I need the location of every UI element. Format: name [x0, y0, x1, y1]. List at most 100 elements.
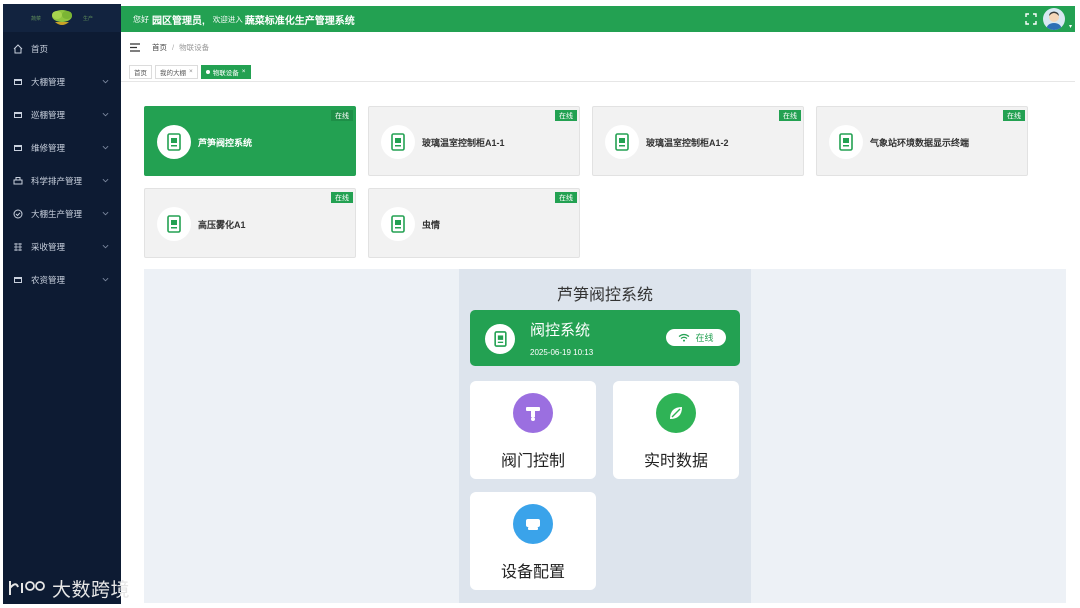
device-card-weather-station[interactable]: 在线 气象站环境数据显示终端	[816, 106, 1028, 176]
device-name: 气象站环境数据显示终端	[870, 138, 970, 148]
watermark: 大数跨境	[8, 575, 130, 601]
device-card-asparagus-valve[interactable]: 在线 芦笋阀控系统	[144, 106, 356, 176]
tab-home[interactable]: 首页	[129, 64, 152, 79]
user-menu-caret-icon[interactable]: ▾	[1069, 23, 1072, 30]
sidebar: 蔬菜 生产 首页 大棚管理 巡棚管理 维修管理 科学排产管理 大棚生产管理 采收…	[3, 4, 121, 604]
system-name: 蔬菜标准化生产管理系统	[244, 15, 355, 27]
close-icon[interactable]: ×	[242, 68, 246, 75]
close-icon[interactable]: ×	[189, 68, 193, 75]
badge-icon	[13, 209, 23, 219]
status-badge: 在线	[555, 110, 577, 121]
sidebar-item-home[interactable]: 首页	[3, 32, 121, 65]
wifi-icon	[679, 333, 690, 342]
sidebar-item-supplies[interactable]: 农资管理	[3, 263, 121, 296]
config-icon	[513, 504, 553, 544]
greeting-text: 您好	[133, 14, 149, 24]
user-avatar-icon	[1046, 11, 1062, 30]
sidebar-item-maintenance[interactable]: 维修管理	[3, 131, 121, 164]
watermark-text: 大数跨境	[52, 579, 131, 601]
tab-label: 物联设备	[212, 69, 239, 77]
breadcrumb-separator: /	[172, 42, 175, 52]
system-status-card: 阀控系统 2025-06-19 10:13 在线	[470, 310, 740, 366]
valve-control-button[interactable]: 阀门控制	[470, 381, 596, 479]
device-icon	[157, 125, 191, 159]
chevron-down-icon	[102, 277, 109, 282]
sidebar-item-production[interactable]: 大棚生产管理	[3, 197, 121, 230]
chevron-down-icon	[102, 211, 109, 216]
status-badge: 在线	[779, 110, 801, 121]
sidebar-item-label: 首页	[31, 43, 49, 54]
device-icon	[485, 324, 515, 354]
sidebar-item-greenhouse[interactable]: 大棚管理	[3, 65, 121, 98]
device-icon	[381, 125, 415, 159]
device-icon	[157, 207, 191, 241]
device-name: 虫情	[422, 220, 441, 230]
online-status-label: 在线	[695, 333, 714, 343]
grid-icon	[13, 242, 23, 252]
sidebar-item-label: 采收管理	[31, 241, 66, 252]
online-status-pill: 在线	[666, 329, 726, 346]
sidebar-menu: 首页 大棚管理 巡棚管理 维修管理 科学排产管理 大棚生产管理 采收管理 农资管…	[3, 32, 121, 296]
device-card-high-pressure-mist[interactable]: 在线 高压雾化A1	[144, 188, 356, 258]
device-name: 玻璃温室控制柜A1-2	[646, 138, 729, 148]
printer-icon	[13, 176, 23, 186]
sidebar-item-scheduling[interactable]: 科学排产管理	[3, 164, 121, 197]
sidebar-item-harvest[interactable]: 采收管理	[3, 230, 121, 263]
card-icon	[13, 110, 23, 120]
tab-iot-devices[interactable]: 物联设备 ×	[200, 64, 251, 79]
device-card-pest-monitor[interactable]: 在线 虫情	[368, 188, 580, 258]
chevron-down-icon	[102, 145, 109, 150]
vegetable-logo-icon	[52, 10, 72, 25]
sidebar-item-label: 维修管理	[31, 142, 66, 153]
card-icon	[13, 275, 23, 285]
panel-title: 芦笋阀控系统	[556, 287, 653, 304]
logo-tag-right: 生产	[83, 15, 94, 22]
realtime-data-button[interactable]: 实时数据	[613, 381, 739, 479]
top-header: 您好 园区管理员, 欢迎进入 蔬菜标准化生产管理系统 ▾	[121, 6, 1075, 32]
chevron-down-icon	[102, 79, 109, 84]
status-badge: 在线	[1003, 110, 1025, 121]
function-label: 阀门控制	[500, 453, 565, 470]
menu-toggle-icon[interactable]	[130, 42, 140, 52]
device-detail-panel: 芦笋阀控系统 阀控系统 2025-06-19 10:13 在线 阀门控制 实时数…	[459, 269, 751, 603]
avatar[interactable]	[1043, 8, 1065, 30]
valve-icon	[513, 393, 553, 433]
device-icon	[605, 125, 639, 159]
system-timestamp: 2025-06-19 10:13	[530, 348, 594, 357]
status-badge: 在线	[331, 192, 353, 203]
user-role: 园区管理员,	[152, 15, 205, 27]
sidebar-item-label: 农资管理	[31, 274, 66, 285]
sidebar-item-inspection[interactable]: 巡棚管理	[3, 98, 121, 131]
device-name: 高压雾化A1	[198, 220, 246, 230]
sidebar-item-label: 巡棚管理	[31, 109, 66, 120]
breadcrumb-current: 物联设备	[179, 42, 210, 52]
function-label: 实时数据	[643, 453, 708, 470]
breadcrumb: 首页 / 物联设备	[121, 34, 1075, 60]
fullscreen-icon[interactable]	[1025, 13, 1037, 25]
card-icon	[13, 77, 23, 87]
device-card-greenhouse-cabinet-a1-2[interactable]: 在线 玻璃温室控制柜A1-2	[592, 106, 804, 176]
sidebar-item-label: 大棚管理	[31, 76, 66, 87]
sidebar-item-label: 大棚生产管理	[31, 208, 83, 219]
device-config-button[interactable]: 设备配置	[470, 492, 596, 590]
watermark-logo-icon	[9, 581, 45, 595]
tab-label: 首页	[134, 69, 147, 77]
card-icon	[13, 143, 23, 153]
chevron-down-icon	[102, 244, 109, 249]
device-card-greenhouse-cabinet-a1-1[interactable]: 在线 玻璃温室控制柜A1-1	[368, 106, 580, 176]
tabs-bar: 首页 我的大棚 × 物联设备 ×	[121, 62, 1075, 82]
data-leaf-icon	[656, 393, 696, 433]
device-icon	[829, 125, 863, 159]
system-name-label: 阀控系统	[530, 322, 591, 339]
sidebar-item-label: 科学排产管理	[31, 175, 83, 186]
app-logo[interactable]: 蔬菜 生产	[3, 4, 121, 32]
status-badge: 在线	[555, 192, 577, 203]
breadcrumb-home[interactable]: 首页	[152, 42, 167, 53]
status-badge: 在线	[331, 110, 353, 121]
chevron-down-icon	[102, 178, 109, 183]
home-icon	[13, 43, 23, 54]
logo-tag-left: 蔬菜	[30, 15, 41, 22]
device-name: 芦笋阀控系统	[198, 138, 253, 148]
device-icon	[381, 207, 415, 241]
tab-my-greenhouse[interactable]: 我的大棚 ×	[155, 64, 198, 79]
